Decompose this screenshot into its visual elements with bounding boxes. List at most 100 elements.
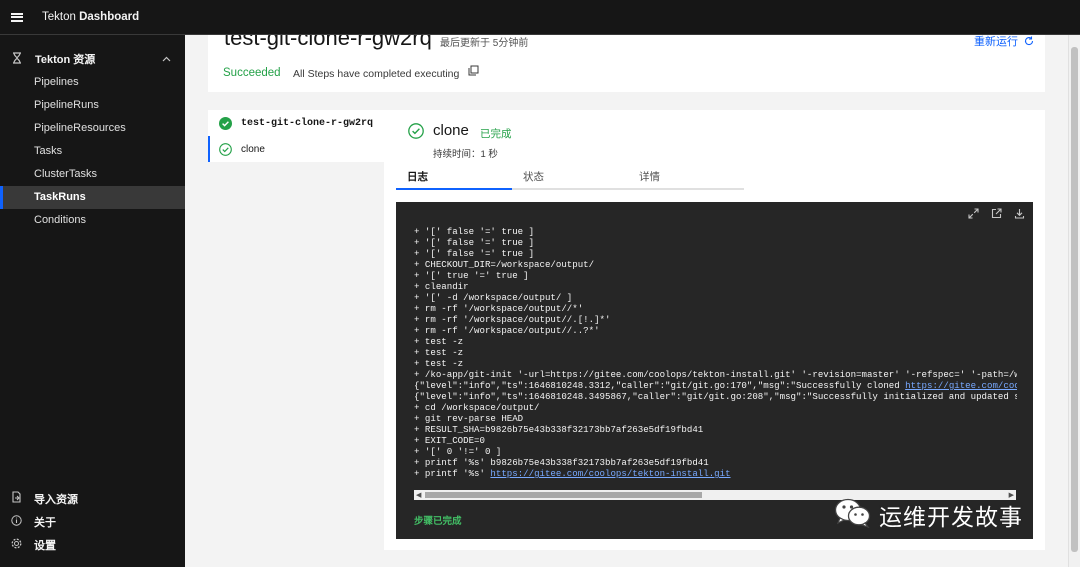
status-message: All Steps have completed executing xyxy=(293,68,460,80)
log-line: + rm -rf '/workspace/output//.[!.]*' xyxy=(414,314,1017,325)
log-line-text: + '[' -d /workspace/output/ ] xyxy=(414,292,573,303)
sidebar-group-label: Tekton 资源 xyxy=(35,54,96,66)
log-line-text: + cleandir xyxy=(414,281,469,292)
menu-icon[interactable] xyxy=(0,0,34,35)
log-line: + RESULT_SHA=b9826b75e43b338f32173bb7af2… xyxy=(414,424,1017,435)
rerun-button[interactable]: 重新运行 xyxy=(974,35,1034,49)
log-line-text: + test -z xyxy=(414,347,464,358)
copy-icon[interactable] xyxy=(468,65,479,76)
log-line-text: + EXIT_CODE=0 xyxy=(414,435,485,446)
log-line-text: + /ko-app/git-init '-url=https://gitee.c… xyxy=(414,369,1017,380)
tab-details[interactable]: 详情 xyxy=(628,167,744,190)
sidebar-item-pipelineruns[interactable]: PipelineRuns xyxy=(0,94,185,117)
wechat-icon xyxy=(834,497,872,532)
maximize-icon[interactable] xyxy=(968,208,979,222)
last-updated: 最后更新于 5分钟前 xyxy=(440,38,529,49)
taskrun-header: test-git-clone-r-gw2rq 最后更新于 5分钟前 重新运行 S… xyxy=(208,35,1045,92)
log-line: + '[' 0 '!=' 0 ] xyxy=(414,446,1017,457)
sidebar-item-import[interactable]: 导入资源 xyxy=(0,487,185,510)
log-line: + '[' -d /workspace/output/ ] xyxy=(414,292,1017,303)
sidebar-item-settings[interactable]: 设置 xyxy=(0,533,185,556)
step-duration: 持续时间：1 秒 xyxy=(433,149,498,160)
page-title: test-git-clone-r-gw2rq xyxy=(224,35,432,50)
log-link[interactable]: https://gitee.com/coolo xyxy=(905,380,1017,391)
scrollbar-thumb[interactable] xyxy=(425,492,702,498)
log-line-text: + '[' 0 '!=' 0 ] xyxy=(414,446,502,457)
log-line: + EXIT_CODE=0 xyxy=(414,435,1017,446)
launch-icon[interactable] xyxy=(991,208,1002,222)
step-label: test-git-clone-r-gw2rq xyxy=(241,117,374,129)
step-clone[interactable]: clone xyxy=(208,136,384,162)
log-line-text: + '[' false '=' true ] xyxy=(414,226,535,237)
tab-logs[interactable]: 日志 xyxy=(396,167,512,190)
log-line: + cleandir xyxy=(414,281,1017,292)
step-label: clone xyxy=(241,143,265,155)
sidebar-group-tekton-resources[interactable]: Tekton 资源 xyxy=(0,47,185,71)
log-line: + '[' false '=' true ] xyxy=(414,237,1017,248)
scroll-left-icon[interactable]: ◀ xyxy=(416,491,421,499)
log-line-text: + CHECKOUT_DIR=/workspace/output/ xyxy=(414,259,595,270)
log-line-text: + git rev-parse HEAD xyxy=(414,413,524,424)
step-detail: clone 已完成 持续时间：1 秒 日志 状态 详情 + '[' false … xyxy=(384,110,1045,550)
gear-icon xyxy=(11,538,24,552)
log-line: + '[' true '=' true ] xyxy=(414,270,1017,281)
log-line: {"level":"info","ts":1646810248.3495867,… xyxy=(414,391,1017,402)
sidebar-item-tasks[interactable]: Tasks xyxy=(0,140,185,163)
log-output: + '[' false '=' true ] + '[' false '=' tr… xyxy=(414,226,1017,479)
import-icon xyxy=(11,491,24,506)
log-line-text: + '[' false '=' true ] xyxy=(414,248,535,259)
step-status: 已完成 xyxy=(480,128,512,140)
log-viewer: + '[' false '=' true ] + '[' false '=' tr… xyxy=(396,202,1033,539)
sidebar-item-taskruns[interactable]: TaskRuns xyxy=(0,186,185,209)
sidebar-item-about[interactable]: 关于 xyxy=(0,510,185,533)
hourglass-icon xyxy=(11,51,24,67)
log-line-text: + RESULT_SHA=b9826b75e43b338f32173bb7af2… xyxy=(414,424,704,435)
log-line: + test -z xyxy=(414,347,1017,358)
info-icon xyxy=(11,514,24,529)
log-line-text: + test -z xyxy=(414,358,464,369)
sidebar-item-pipelines[interactable]: Pipelines xyxy=(0,71,185,94)
tab-status[interactable]: 状态 xyxy=(512,167,628,190)
sidebar-bottom: 导入资源 关于 设置 xyxy=(0,487,185,556)
app-title[interactable]: Tekton Dashboard xyxy=(42,11,139,23)
refresh-icon xyxy=(1021,36,1034,48)
log-line-text: + rm -rf '/workspace/output//*' xyxy=(414,303,584,314)
sidebar-item-clustertasks[interactable]: ClusterTasks xyxy=(0,163,185,186)
log-line: {"level":"info","ts":1646810248.3312,"ca… xyxy=(414,380,1017,391)
log-line: + cd /workspace/output/ xyxy=(414,402,1017,413)
log-line-text: + test -z xyxy=(414,336,464,347)
log-line: + CHECKOUT_DIR=/workspace/output/ xyxy=(414,259,1017,270)
sidebar-items: Pipelines PipelineRuns PipelineResources Ta… xyxy=(0,71,185,232)
sidebar-item-label: 设置 xyxy=(34,539,56,552)
status-badge: Succeeded xyxy=(223,67,281,79)
log-line-text: {"level":"info","ts":1646810248.3495867,… xyxy=(414,391,1017,402)
log-link[interactable]: https://gitee.com/coolops/tekton-install… xyxy=(490,468,730,479)
log-line-text: + '[' true '=' true ] xyxy=(414,270,529,281)
log-line: + /ko-app/git-init '-url=https://gitee.c… xyxy=(414,369,1017,380)
step-title: clone xyxy=(433,122,469,139)
sidebar-item-label: 导入资源 xyxy=(34,493,78,506)
log-line: + test -z xyxy=(414,336,1017,347)
log-toolbar xyxy=(968,208,1025,222)
log-line: + '[' false '=' true ] xyxy=(414,226,1017,237)
watermark-text: 运维开发故事 xyxy=(879,504,1023,531)
log-line-text: + printf '%s' xyxy=(414,468,491,479)
log-line: + printf '%s' https://gitee.com/coolops/… xyxy=(414,468,1017,479)
sidebar-item-conditions[interactable]: Conditions xyxy=(0,209,185,232)
detail-tabs: 日志 状态 详情 xyxy=(396,167,744,190)
log-line-text: {"level":"info","ts":1646810248.3312,"ca… xyxy=(414,380,906,391)
download-icon[interactable] xyxy=(1014,208,1025,222)
page-scrollbar[interactable] xyxy=(1068,35,1080,567)
log-line: + '[' false '=' true ] xyxy=(414,248,1017,259)
sidebar-item-pipelineresources[interactable]: PipelineResources xyxy=(0,117,185,140)
chevron-up-icon[interactable] xyxy=(162,54,171,65)
checkmark-outline-icon xyxy=(219,142,232,156)
log-line: + rm -rf '/workspace/output//..?*' xyxy=(414,325,1017,336)
log-line: + git rev-parse HEAD xyxy=(414,413,1017,424)
step-taskrun[interactable]: test-git-clone-r-gw2rq xyxy=(208,110,384,136)
log-footer-status: 步骤已完成 xyxy=(414,516,462,527)
log-line: + printf '%s' b9826b75e43b338f32173bb7af… xyxy=(414,457,1017,468)
checkmark-outline-icon xyxy=(408,123,424,139)
log-line: + test -z xyxy=(414,358,1017,369)
log-line-text: + cd /workspace/output/ xyxy=(414,402,540,413)
